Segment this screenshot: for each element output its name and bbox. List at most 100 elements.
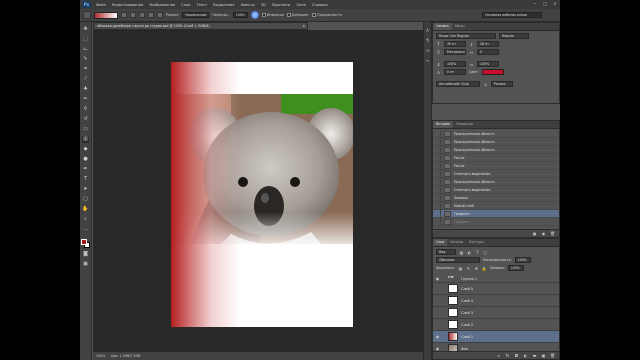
angle-gradient-button[interactable]	[139, 12, 145, 18]
shape-tool-icon[interactable]: ▢	[82, 196, 89, 203]
linear-gradient-button[interactable]	[121, 12, 127, 18]
healing-tool-icon[interactable]: ✚	[82, 86, 89, 93]
dither-option[interactable]: Дизеринг	[286, 13, 309, 17]
lock-move-icon[interactable]: ✥	[474, 266, 479, 271]
text-color-swatch[interactable]	[481, 69, 504, 75]
filter-shape-icon[interactable]: ▢	[483, 250, 488, 255]
foreground-color[interactable]	[81, 239, 87, 245]
menu-view[interactable]: Просмотр	[269, 3, 293, 7]
trash-icon[interactable]: 🗑	[550, 353, 555, 358]
document-tab[interactable]: обложка дизайнера с вуссо до студии.psd …	[93, 22, 308, 30]
lock-brush-icon[interactable]: ✎	[466, 266, 471, 271]
history-step[interactable]: Прямоугольная область	[433, 177, 559, 186]
layer-row[interactable]: Слой 2	[433, 319, 559, 331]
tab-channels[interactable]: Каналы	[447, 239, 466, 246]
lock-all-icon[interactable]: 🔒	[482, 266, 487, 271]
opacity-field[interactable]: 100%	[232, 12, 248, 18]
snapshot-icon[interactable]: ◉	[541, 231, 546, 236]
mode-select[interactable]: Нормальный	[182, 12, 210, 18]
tab-paths[interactable]: Контуры	[466, 239, 487, 246]
lasso-tool-icon[interactable]: ᓚ	[82, 46, 89, 53]
menu-3d[interactable]: 3D	[258, 3, 269, 7]
layer-row[interactable]: Слой 4	[433, 295, 559, 307]
pen-tool-icon[interactable]: ✒	[82, 166, 89, 173]
dodge-tool-icon[interactable]: ●	[82, 156, 89, 163]
menu-layers[interactable]: Слои	[178, 3, 193, 7]
history-step[interactable]: Растяг	[433, 161, 559, 170]
history-step[interactable]: Прямоугольная область	[433, 145, 559, 154]
history-step[interactable]: Отменить выделение	[433, 169, 559, 178]
history-step-current[interactable]: Градиент	[433, 209, 559, 218]
lock-pixels-icon[interactable]: ▦	[458, 266, 463, 271]
adjustment-layer-icon[interactable]: ◐	[523, 353, 528, 358]
reflected-gradient-button[interactable]	[148, 12, 154, 18]
add-mask-icon[interactable]: ◘	[514, 353, 519, 358]
antialias-select[interactable]: Резкое	[491, 81, 513, 87]
tool-preset-picker[interactable]	[83, 11, 91, 19]
radial-gradient-button[interactable]	[130, 12, 136, 18]
new-layer-icon[interactable]: ▣	[541, 353, 546, 358]
gradient-tool-icon[interactable]: ▥	[82, 136, 89, 143]
history-step[interactable]: Отменить выделение	[433, 185, 559, 194]
tracking-field[interactable]: 0	[477, 49, 499, 55]
diamond-gradient-button[interactable]	[157, 12, 163, 18]
filter-pixel-icon[interactable]: ▦	[459, 250, 464, 255]
eraser-tool-icon[interactable]: ▭	[82, 126, 89, 133]
crop-tool-icon[interactable]: ⌗	[82, 66, 89, 73]
tab-actions[interactable]: Операции	[453, 121, 476, 128]
brush-tool-icon[interactable]: ✏	[82, 96, 89, 103]
path-select-tool-icon[interactable]: ➤	[82, 186, 89, 193]
screen-mode-icon[interactable]: ▣	[82, 261, 89, 268]
marquee-tool-icon[interactable]: ⬚	[82, 36, 89, 43]
blur-tool-icon[interactable]: ◆	[82, 146, 89, 153]
gradient-editor-swatch[interactable]	[94, 11, 118, 19]
inverse-option[interactable]: Инверсия	[261, 13, 284, 17]
menu-help[interactable]: Справка	[309, 3, 331, 7]
close-button[interactable]: ×	[552, 1, 558, 7]
eyedropper-tool-icon[interactable]: ⁄	[82, 76, 89, 83]
zoom-readout[interactable]: 100%	[96, 354, 105, 358]
history-step[interactable]: Новый слой	[433, 201, 559, 210]
paragraph-panel-icon[interactable]: ¶	[425, 38, 431, 44]
zoom-tool-icon[interactable]: ⌕	[82, 216, 89, 223]
close-document-icon[interactable]: ×	[302, 23, 305, 29]
menu-type[interactable]: Текст	[194, 3, 211, 7]
font-size-field[interactable]: 30 пт	[444, 41, 466, 47]
quick-mask-icon[interactable]: ◙	[82, 251, 89, 258]
quick-select-tool-icon[interactable]: ✎	[82, 56, 89, 63]
filter-type-icon[interactable]: T	[475, 250, 480, 255]
hand-tool-icon[interactable]: ✋	[82, 206, 89, 213]
tab-layers[interactable]: Слои	[433, 239, 448, 246]
dither-checkbox[interactable]	[286, 13, 291, 17]
move-tool-icon[interactable]: ✥	[82, 26, 89, 33]
properties-panel-icon[interactable]: ≡	[425, 58, 431, 64]
layer-opacity-field[interactable]: 100%	[514, 257, 531, 263]
menu-window[interactable]: Окно	[293, 3, 309, 7]
layer-row-selected[interactable]: ◉ Слой 1	[433, 331, 559, 343]
vertical-scale-field[interactable]: 100%	[444, 61, 466, 67]
menu-select[interactable]: Выделение	[210, 3, 237, 7]
visibility-eye-icon[interactable]: ◉	[433, 276, 442, 281]
layer-style-icon[interactable]: fx	[505, 353, 510, 358]
kerning-field[interactable]: Метрические	[444, 49, 466, 55]
tab-character[interactable]: Символ	[433, 23, 452, 30]
font-family-select[interactable]: Russo One Regular	[436, 33, 496, 39]
document-canvas[interactable]	[171, 62, 353, 327]
history-step[interactable]: Растяг	[433, 153, 559, 162]
transparency-checkbox[interactable]	[312, 13, 317, 17]
history-step-undone[interactable]: Градиент	[433, 217, 559, 226]
new-group-icon[interactable]: ▬	[532, 353, 537, 358]
tab-history[interactable]: История	[433, 121, 453, 128]
new-document-from-state-icon[interactable]: ▣	[532, 231, 537, 236]
horizontal-scale-field[interactable]: 100%	[477, 61, 499, 67]
trash-icon[interactable]: 🗑	[550, 231, 555, 236]
transparency-option[interactable]: Прозрачность	[312, 13, 342, 17]
history-step[interactable]: Прямоугольная область	[433, 137, 559, 146]
maximize-button[interactable]: □	[542, 1, 548, 7]
history-brush-tool-icon[interactable]: ↺	[82, 116, 89, 123]
menu-image[interactable]: Изображение	[146, 3, 178, 7]
leading-field[interactable]: 28 пт	[477, 41, 499, 47]
layer-row[interactable]: Слой 5	[433, 283, 559, 295]
layer-row[interactable]: Слой 3	[433, 307, 559, 319]
menu-filter[interactable]: Фильтр	[238, 3, 258, 7]
